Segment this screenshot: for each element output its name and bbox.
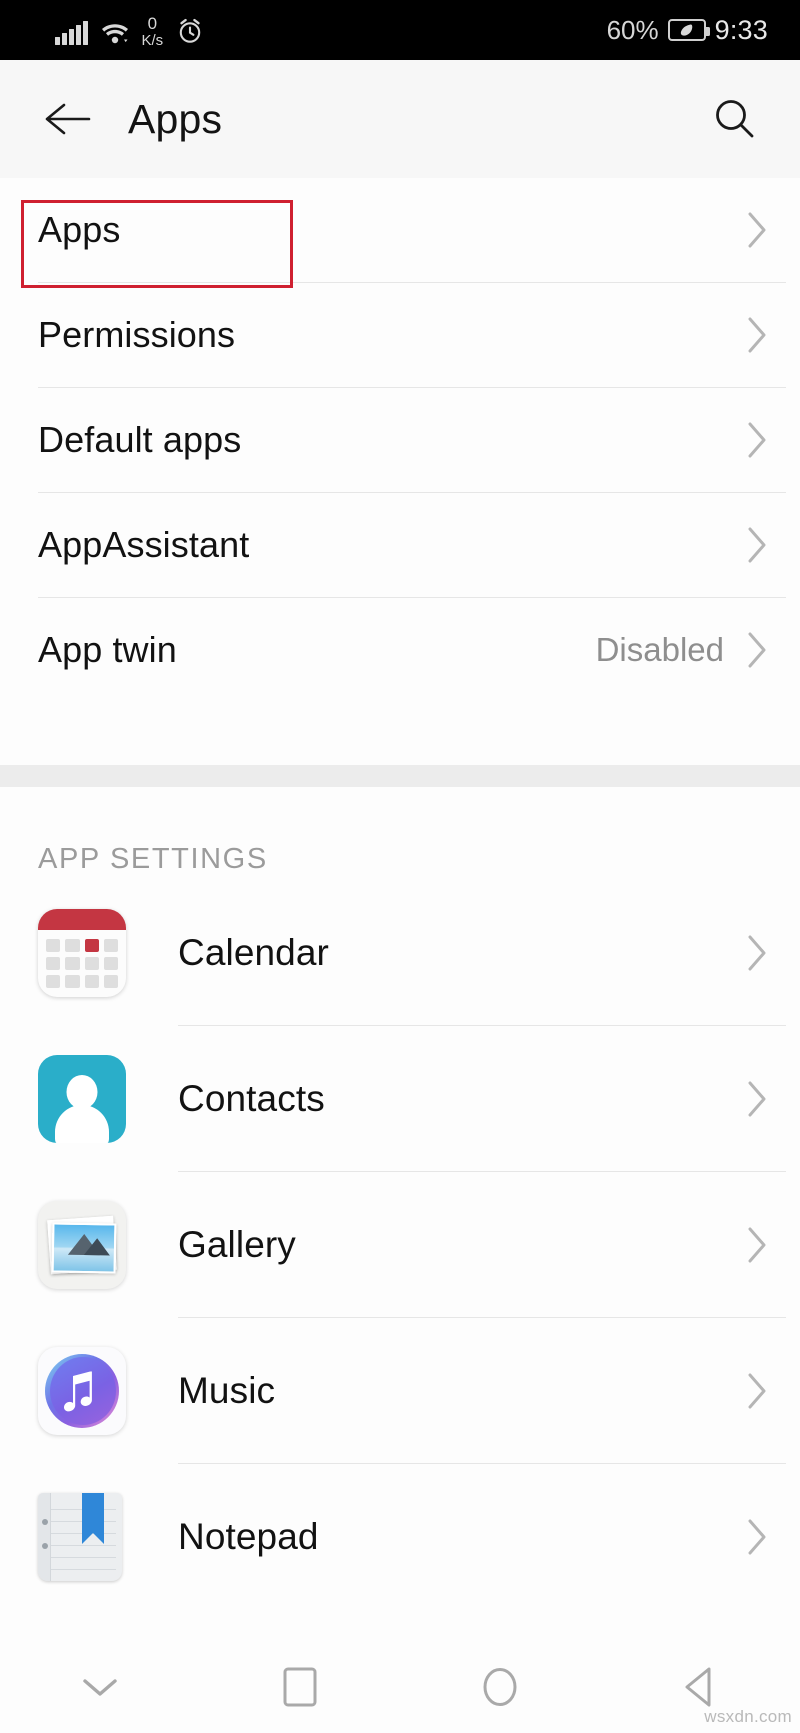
music-app-icon xyxy=(38,1346,126,1435)
home-button[interactable] xyxy=(400,1645,600,1733)
chevron-right-icon xyxy=(740,421,774,459)
app-bar: Apps xyxy=(0,60,800,178)
wifi-icon xyxy=(101,21,129,45)
clock-label: 9:33 xyxy=(714,14,768,45)
chevron-right-icon xyxy=(740,1080,774,1118)
settings-row-default-apps[interactable]: Default apps xyxy=(0,388,800,492)
settings-row-app-twin[interactable]: App twin Disabled xyxy=(0,598,800,702)
app-row-contacts[interactable]: Contacts xyxy=(0,1026,800,1171)
app-settings-header: APP SETTINGS xyxy=(38,843,268,875)
square-icon xyxy=(281,1666,319,1713)
phone-screen: 0 K/s 60% 9:33 Apps Apps Permissions Def… xyxy=(0,0,800,1733)
network-speed-value: 0 xyxy=(147,14,158,33)
chevron-right-icon xyxy=(740,631,774,669)
search-icon[interactable] xyxy=(706,91,762,147)
app-settings-list: Calendar Contacts Gallery Music Notepad xyxy=(0,880,800,1609)
gallery-app-icon xyxy=(38,1200,126,1289)
battery-icon xyxy=(667,19,710,41)
status-bar: 0 K/s 60% 9:33 xyxy=(0,0,800,60)
app-row-gallery[interactable]: Gallery xyxy=(0,1172,800,1317)
chevron-down-icon xyxy=(79,1673,121,1706)
settings-row-appassistant[interactable]: AppAssistant xyxy=(0,493,800,597)
app-row-calendar[interactable]: Calendar xyxy=(0,880,800,1025)
settings-row-apps[interactable]: Apps xyxy=(0,178,800,288)
app-row-music[interactable]: Music xyxy=(0,1318,800,1463)
page-title: Apps xyxy=(128,95,223,142)
app-row-label: Notepad xyxy=(178,1515,319,1557)
settings-row-label: Apps xyxy=(38,209,121,250)
alarm-icon xyxy=(176,17,204,45)
settings-row-permissions[interactable]: Permissions xyxy=(0,283,800,387)
collapse-keyboard-button[interactable] xyxy=(0,1645,200,1733)
chevron-right-icon xyxy=(740,1518,774,1556)
app-row-notepad[interactable]: Notepad xyxy=(0,1464,800,1609)
settings-row-value: Disabled xyxy=(595,631,724,668)
chevron-right-icon xyxy=(740,211,774,249)
chevron-right-icon xyxy=(740,526,774,564)
chevron-right-icon xyxy=(740,934,774,972)
navigation-bar xyxy=(0,1645,800,1733)
notepad-app-icon xyxy=(38,1492,126,1581)
status-bar-left-icons: 0 K/s xyxy=(55,15,204,48)
chevron-right-icon xyxy=(740,1372,774,1410)
section-separator-band xyxy=(0,765,800,787)
network-speed-icon: 0 K/s xyxy=(142,15,164,48)
app-row-label: Calendar xyxy=(178,931,329,973)
contacts-app-icon xyxy=(38,1054,126,1143)
signal-icon xyxy=(55,21,88,45)
watermark: wsxdn.com xyxy=(704,1707,792,1726)
calendar-app-icon xyxy=(38,908,126,997)
network-speed-unit: K/s xyxy=(141,32,164,49)
settings-row-label: App twin xyxy=(38,629,177,670)
circle-icon xyxy=(480,1665,520,1714)
settings-row-label: AppAssistant xyxy=(38,524,250,565)
app-row-label: Gallery xyxy=(178,1223,296,1265)
chevron-right-icon xyxy=(740,316,774,354)
back-arrow-icon[interactable] xyxy=(40,91,96,147)
settings-row-label: Permissions xyxy=(38,314,236,355)
app-row-label: Contacts xyxy=(178,1077,325,1119)
settings-row-label: Default apps xyxy=(38,419,242,460)
app-row-label: Music xyxy=(178,1369,276,1411)
settings-list: Apps Permissions Default apps AppAssista… xyxy=(0,178,800,702)
status-bar-right-icons: 60% 9:33 xyxy=(607,15,768,46)
chevron-right-icon xyxy=(740,1226,774,1264)
recents-button[interactable] xyxy=(200,1645,400,1733)
battery-percent-label: 60% xyxy=(606,14,659,45)
